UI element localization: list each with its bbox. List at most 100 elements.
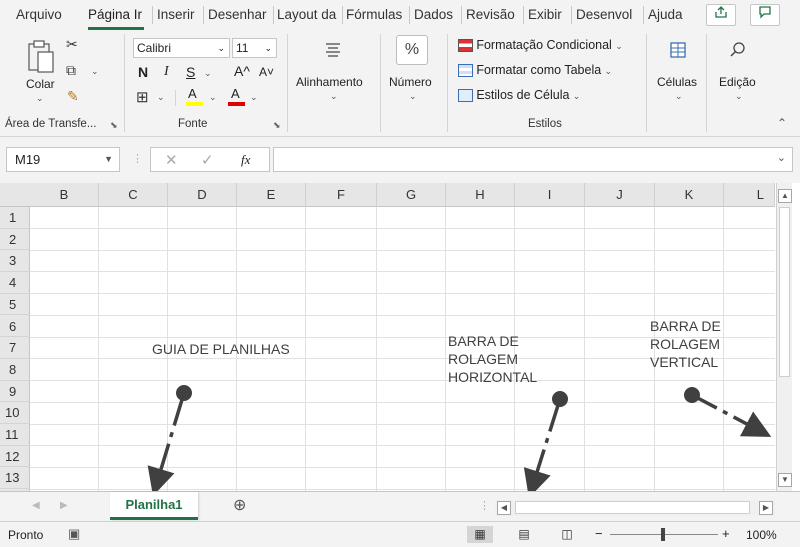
font-color-dropdown-icon[interactable]: ⌄: [250, 92, 258, 103]
column-header[interactable]: L: [724, 183, 775, 207]
zoom-level[interactable]: 100%: [746, 528, 777, 542]
column-header[interactable]: J: [585, 183, 655, 207]
underline-dropdown-icon[interactable]: ⌄: [204, 68, 212, 79]
cells-dropdown-icon[interactable]: ⌄: [675, 91, 683, 102]
fill-dropdown-icon[interactable]: ⌄: [209, 92, 217, 103]
zoom-out-button[interactable]: −: [595, 526, 603, 541]
scroll-down-icon[interactable]: ▼: [778, 473, 792, 487]
expand-formula-icon[interactable]: ⌄: [777, 151, 786, 164]
vertical-scrollbar[interactable]: ▲ ▼: [776, 183, 792, 491]
horizontal-scroll-thumb[interactable]: [515, 501, 750, 514]
enter-icon[interactable]: ✓: [201, 151, 214, 169]
tab-desenvolvedor[interactable]: Desenvol: [576, 7, 640, 25]
tab-desenhar[interactable]: Desenhar: [208, 7, 267, 25]
tab-dados[interactable]: Dados: [414, 7, 453, 25]
scroll-right-icon[interactable]: ▶: [759, 501, 773, 515]
paste-dropdown-icon[interactable]: ⌄: [36, 93, 44, 104]
row-header[interactable]: 6: [0, 316, 30, 338]
border-icon[interactable]: ⊞: [136, 88, 149, 106]
row-header[interactable]: 8: [0, 359, 30, 381]
row-header[interactable]: 3: [0, 250, 30, 273]
column-header[interactable]: B: [30, 183, 99, 207]
sheet-tab[interactable]: Planilha1: [110, 492, 198, 520]
cancel-icon[interactable]: ✕: [165, 151, 178, 169]
chevron-down-icon: ⌄: [615, 41, 623, 51]
copy-dropdown-icon[interactable]: ⌄: [91, 66, 99, 77]
copy-icon[interactable]: ⧉: [66, 62, 76, 79]
editing-dropdown-icon[interactable]: ⌄: [735, 91, 743, 102]
paste-button[interactable]: [26, 38, 56, 79]
row-header[interactable]: 4: [0, 272, 30, 294]
tab-revisao[interactable]: Revisão: [466, 7, 515, 25]
name-box[interactable]: M19 ▼: [6, 147, 120, 172]
tab-ajuda[interactable]: Ajuda: [648, 7, 683, 25]
grow-font-button[interactable]: A^: [234, 63, 250, 79]
row-header[interactable]: 13: [0, 467, 30, 490]
format-as-table-button[interactable]: Formatar como Tabela ⌄: [458, 63, 612, 78]
font-launcher-icon[interactable]: ⬊: [273, 120, 281, 131]
tab-split-grip-icon[interactable]: ⋮: [479, 499, 490, 512]
vertical-scroll-thumb[interactable]: [779, 207, 790, 377]
horizontal-scrollbar[interactable]: ◀ ▶: [495, 500, 775, 516]
fill-color-button[interactable]: A: [186, 86, 204, 106]
column-header[interactable]: F: [306, 183, 377, 207]
tab-formulas[interactable]: Fórmulas: [346, 7, 402, 25]
macro-record-icon[interactable]: ▣: [68, 526, 80, 542]
underline-button[interactable]: S: [186, 64, 195, 80]
insert-function-button[interactable]: fx: [241, 152, 250, 168]
page-break-view-button[interactable]: ◫: [554, 526, 580, 543]
shrink-font-button[interactable]: A˅: [259, 65, 274, 79]
zoom-slider-thumb[interactable]: [661, 528, 665, 541]
row-header[interactable]: 12: [0, 446, 30, 468]
alignment-dropdown-icon[interactable]: ⌄: [330, 91, 338, 102]
column-header[interactable]: G: [377, 183, 446, 207]
zoom-in-button[interactable]: +: [722, 526, 730, 541]
font-size-combo[interactable]: 11 ⌄: [232, 38, 277, 58]
font-color-swatch: [228, 102, 245, 106]
column-header[interactable]: K: [655, 183, 724, 207]
tab-exibir[interactable]: Exibir: [528, 7, 562, 25]
format-painter-icon[interactable]: ✎: [67, 88, 79, 105]
cells-button[interactable]: [662, 35, 694, 65]
column-header[interactable]: E: [237, 183, 306, 207]
collapse-ribbon-icon[interactable]: ⌃: [777, 116, 787, 130]
row-header[interactable]: 9: [0, 381, 30, 403]
clipboard-launcher-icon[interactable]: ⬊: [110, 120, 118, 131]
column-header[interactable]: D: [168, 183, 237, 207]
font-color-button[interactable]: A: [228, 86, 246, 106]
row-header[interactable]: 5: [0, 294, 30, 316]
alignment-button[interactable]: [317, 35, 349, 65]
formula-input[interactable]: ⌄: [273, 147, 793, 172]
row-header[interactable]: 1: [0, 207, 30, 229]
cell-styles-button[interactable]: Estilos de Célula ⌄: [458, 88, 580, 103]
prev-sheet-icon[interactable]: ◀: [32, 500, 40, 511]
editing-button[interactable]: [722, 35, 754, 65]
comments-button[interactable]: [750, 4, 780, 26]
conditional-formatting-button[interactable]: Formatação Condicional ⌄: [458, 38, 623, 53]
column-header[interactable]: H: [446, 183, 515, 207]
bold-button[interactable]: N: [138, 64, 148, 80]
border-dropdown-icon[interactable]: ⌄: [157, 92, 165, 103]
tab-layout[interactable]: Layout da: [277, 7, 339, 25]
cut-icon[interactable]: ✂: [66, 36, 78, 53]
row-header[interactable]: 10: [0, 402, 30, 424]
normal-view-button[interactable]: ▦: [467, 526, 493, 543]
column-header[interactable]: I: [515, 183, 585, 207]
number-button[interactable]: %: [396, 35, 428, 65]
add-sheet-icon[interactable]: ⊕: [233, 495, 246, 515]
next-sheet-icon[interactable]: ▶: [60, 500, 68, 511]
font-name-combo[interactable]: Calibri ⌄: [133, 38, 230, 58]
share-button[interactable]: [706, 4, 736, 26]
scroll-up-icon[interactable]: ▲: [778, 189, 792, 203]
row-header[interactable]: 11: [0, 424, 30, 446]
column-header[interactable]: C: [99, 183, 168, 207]
page-layout-view-button[interactable]: ▤: [511, 526, 537, 543]
italic-button[interactable]: I: [164, 64, 169, 80]
scroll-left-icon[interactable]: ◀: [497, 501, 511, 515]
tab-pagina-inicial[interactable]: Página Ir: [88, 7, 145, 25]
tab-arquivo[interactable]: Arquivo: [16, 7, 62, 25]
row-header[interactable]: 7: [0, 337, 30, 359]
row-header[interactable]: 2: [0, 229, 30, 251]
tab-inserir[interactable]: Inserir: [157, 7, 195, 25]
number-dropdown-icon[interactable]: ⌄: [409, 91, 417, 102]
